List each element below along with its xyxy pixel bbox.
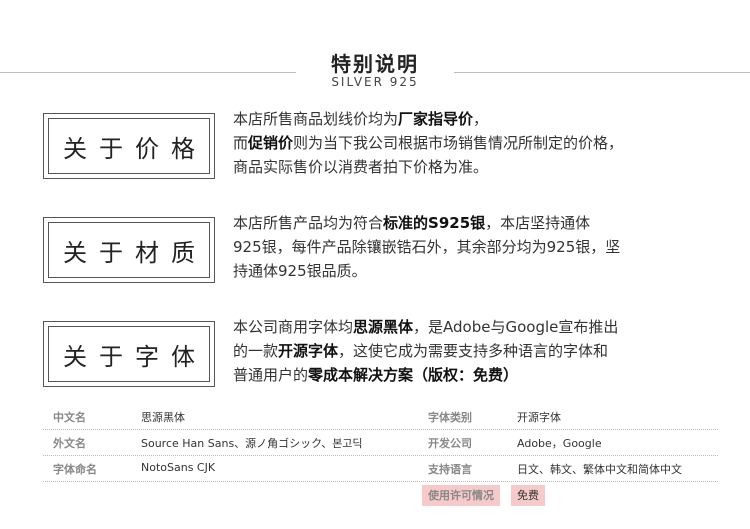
table-row: 中文名 思源黑体 字体类别 开源字体 [43,404,718,430]
description-line: 普通用户的零成本解决方案（版权：免费） [233,366,519,384]
section-label: 关于字体 [63,342,207,371]
table-row: 外文名 Source Han Sans、源ノ角ゴシック、본고딕 开发公司 Ado… [43,430,718,456]
table-key: 字体命名 [53,463,97,476]
section-label: 关于价格 [63,134,207,163]
section-description: 本店所售产品均为符合标准的S925银，本店坚持通体 925银，每件产品除镶嵌锆石… [233,211,673,283]
license-key: 使用许可情况 [422,485,500,506]
page-subtitle: SILVER 925 [331,75,419,89]
table-row: 使用许可情况 免费 [43,482,718,508]
description-line: 而促销价则为当下我公司根据市场销售情况所制定的价格， [233,134,624,152]
description-line: 本店所售商品划线价均为厂家指导价， [233,110,489,128]
table-value: 思源黑体 [141,411,185,424]
table-value: 日文、韩文、繁体中文和简体中文 [517,463,682,476]
description-line: 商品实际售价以消费者拍下价格为准。 [233,158,489,176]
section-label-box: 关于价格 [43,113,215,179]
section-material: 关于材质 本店所售产品均为符合标准的S925银，本店坚持通体 925银，每件产品… [43,214,723,287]
table-key: 中文名 [53,411,86,424]
section-label-box: 关于字体 [43,321,215,387]
table-value: 开源字体 [517,411,561,424]
section-description: 本公司商用字体均思源黑体，是Adobe与Google宣布推出 的一款开源字体，这… [233,315,673,387]
description-line: 925银，每件产品除镶嵌锆石外，其余部分均为925银，坚 [233,238,621,256]
section-label: 关于材质 [63,238,207,267]
page-title: 特别说明 [331,52,419,76]
table-value-highlight: 免费 [511,485,545,506]
license-value: 免费 [511,485,545,506]
table-key: 字体类别 [428,411,472,424]
section-label-box: 关于材质 [43,217,215,283]
description-line: 本公司商用字体均思源黑体，是Adobe与Google宣布推出 [233,318,619,336]
table-key: 外文名 [53,437,86,450]
table-value: NotoSans CJK [141,461,216,474]
table-key-highlight: 使用许可情况 [422,485,500,506]
table-key: 开发公司 [428,437,472,450]
table-value: Adobe，Google [517,437,602,450]
description-line: 持通体925银品质。 [233,262,367,280]
table-key: 支持语言 [428,463,472,476]
table-row: 字体命名 NotoSans CJK 支持语言 日文、韩文、繁体中文和简体中文 [43,456,718,482]
section-description: 本店所售商品划线价均为厂家指导价， 而促销价则为当下我公司根据市场销售情况所制定… [233,107,673,179]
description-line: 的一款开源字体，这使它成为需要支持多种语言的字体和 [233,342,609,360]
description-line: 本店所售产品均为符合标准的S925银，本店坚持通体 [233,214,591,232]
section-price: 关于价格 本店所售商品划线价均为厂家指导价， 而促销价则为当下我公司根据市场销售… [43,110,723,183]
section-font: 关于字体 本公司商用字体均思源黑体，是Adobe与Google宣布推出 的一款开… [43,318,723,391]
page-header: 特别说明 SILVER 925 [0,0,750,110]
table-value: Source Han Sans、源ノ角ゴシック、본고딕 [141,437,363,450]
